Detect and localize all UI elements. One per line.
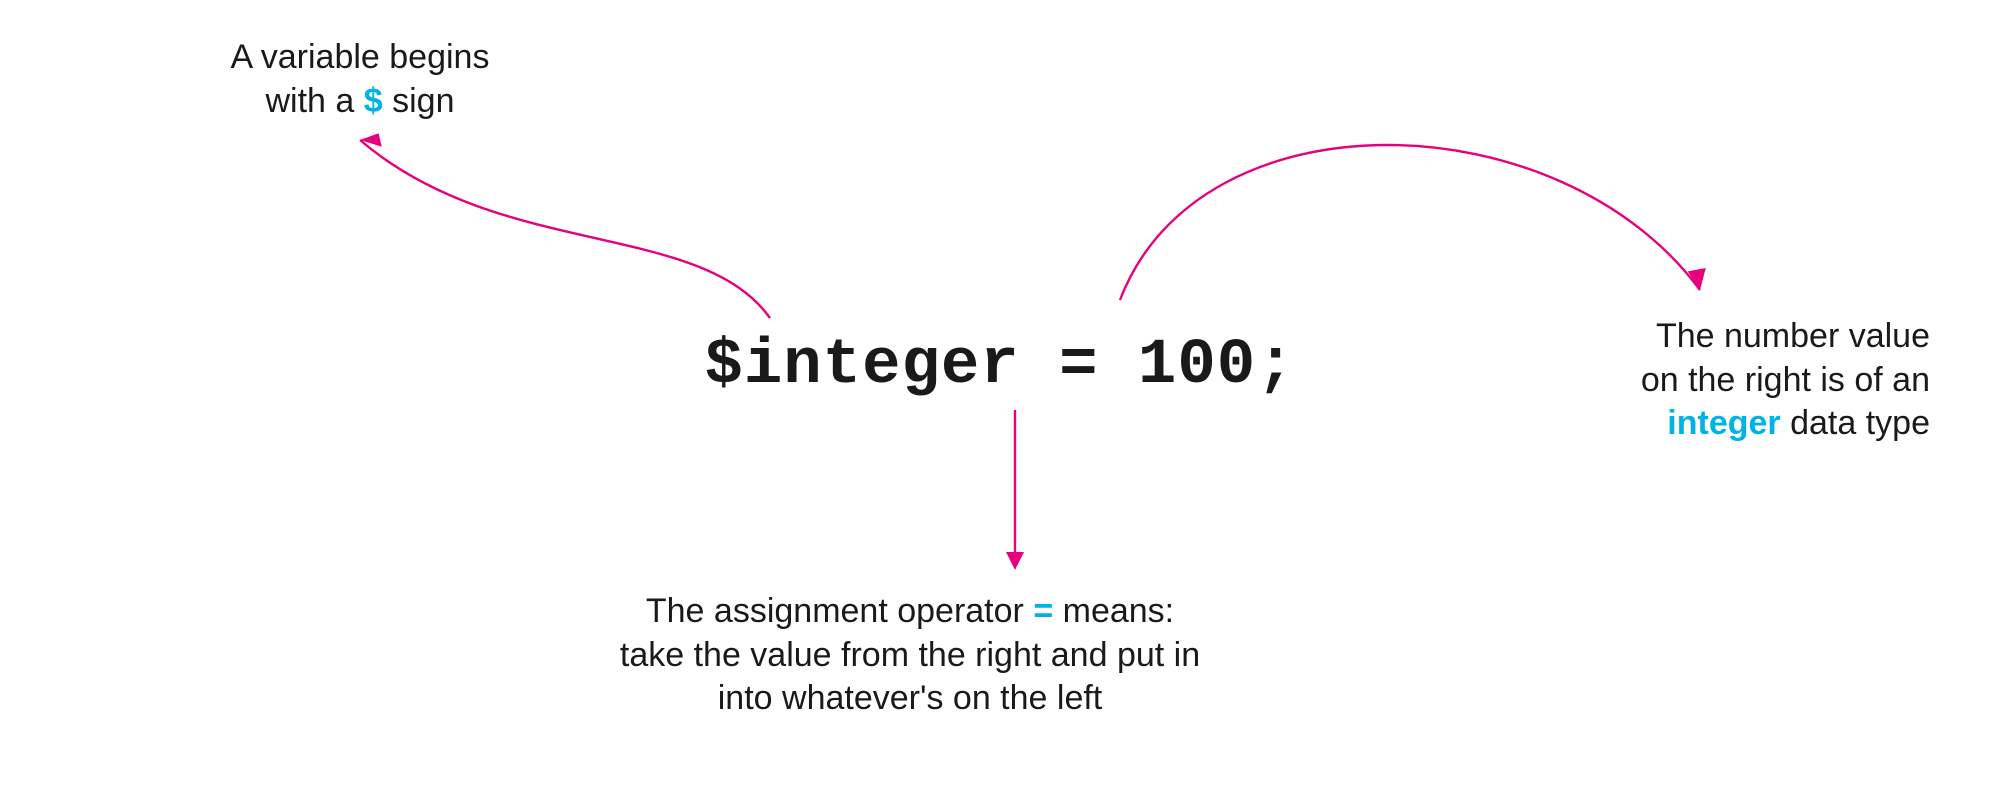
diagram-stage: $integer = 100; A variable begins with a… — [0, 0, 2000, 800]
annotation-assignment-line1-prefix: The assignment operator — [646, 592, 1033, 630]
annotation-variable-line2-prefix: with a — [265, 82, 363, 120]
annotation-assignment: The assignment operator = means: take th… — [560, 590, 1260, 721]
annotation-datatype-line3-suffix: data type — [1781, 404, 1930, 442]
annotation-datatype-line2: on the right is of an — [1641, 361, 1930, 399]
annotation-assignment-line3: into whatever's on the left — [718, 679, 1103, 717]
annotation-variable-line2-suffix: sign — [383, 82, 455, 120]
annotation-datatype: The number value on the right is of an i… — [1530, 315, 1930, 446]
annotation-variable: A variable begins with a $ sign — [190, 36, 530, 123]
annotation-assignment-line2: take the value from the right and put in — [620, 636, 1200, 674]
integer-accent: integer — [1667, 404, 1780, 442]
arrow-assignment — [1006, 410, 1024, 570]
annotation-assignment-line1-suffix: means: — [1053, 592, 1174, 630]
annotation-datatype-line1: The number value — [1656, 317, 1930, 355]
arrow-variable — [360, 127, 770, 318]
annotation-variable-line1: A variable begins — [231, 38, 490, 76]
arrow-datatype — [1120, 145, 1711, 300]
dollar-sign-accent: $ — [364, 82, 383, 120]
equals-accent: = — [1033, 592, 1053, 630]
code-statement: $integer = 100; — [704, 330, 1295, 402]
